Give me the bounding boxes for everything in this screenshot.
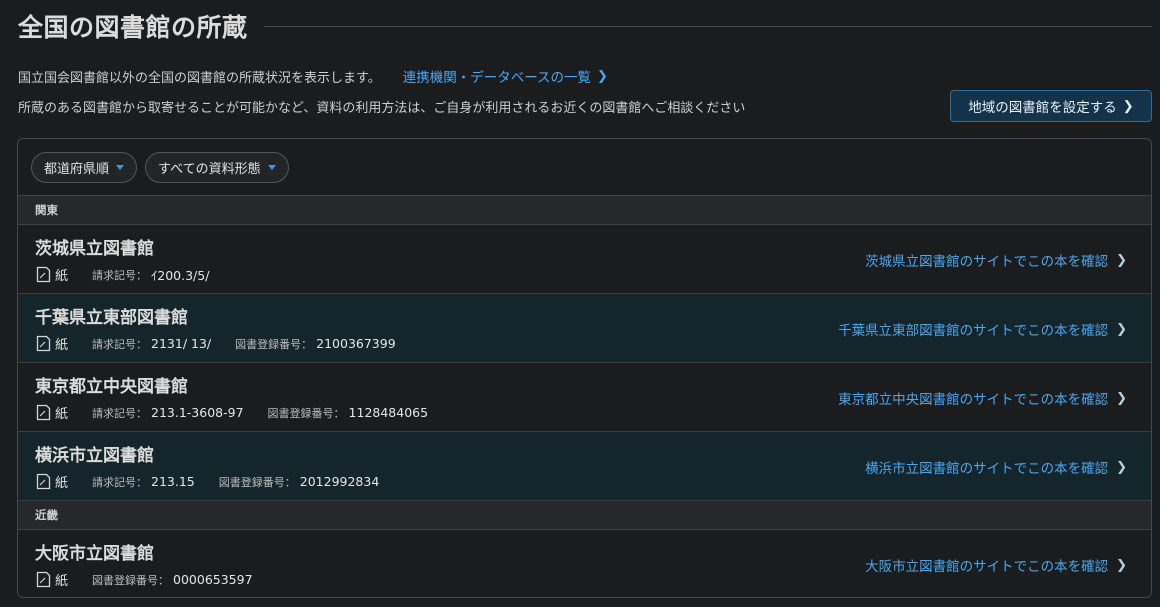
chevron-right-icon: ❯ bbox=[1116, 459, 1127, 475]
call-number-value: ｲ200.3/5/ bbox=[151, 268, 210, 283]
registration-number-value: 1128484065 bbox=[348, 405, 429, 420]
page-title: 全国の図書館の所蔵 bbox=[18, 13, 248, 42]
heading-row: 全国の図書館の所蔵 bbox=[18, 10, 1152, 42]
paper-document-icon bbox=[36, 473, 51, 490]
library-name: 茨城県立図書館 bbox=[35, 239, 154, 259]
registration-number-label: 図書登録番号： bbox=[92, 573, 170, 587]
registration-number-label: 図書登録番号： bbox=[218, 475, 296, 489]
region-header-kanto: 関東 bbox=[18, 196, 1151, 225]
call-number-label: 請求記号： bbox=[92, 268, 148, 282]
library-site-link-label: 東京都立中央図書館のサイトでこの本を確認 bbox=[838, 392, 1109, 408]
material-type-label: すべての資料形態 bbox=[158, 161, 261, 177]
description-line-2: 所蔵のある図書館から取寄せることが可能かなど、資料の利用方法は、ご自身が利用され… bbox=[18, 101, 746, 116]
paper-document-icon bbox=[36, 404, 51, 421]
format-label: 紙 bbox=[55, 338, 69, 353]
library-row: 大阪市立図書館 紙 図書登録番号： 0000653597 大阪市立図書館のサイト… bbox=[18, 530, 1151, 597]
chevron-right-icon: ❯ bbox=[1116, 321, 1127, 337]
library-name: 横浜市立図書館 bbox=[35, 446, 154, 466]
chevron-right-icon: ❯ bbox=[597, 68, 608, 84]
library-row: 横浜市立図書館 紙 請求記号： 213.15 図書登録番号： 201299283… bbox=[18, 432, 1151, 501]
format-label: 紙 bbox=[55, 407, 69, 422]
filter-bar: 都道府県順 すべての資料形態 bbox=[18, 139, 1151, 196]
library-site-link[interactable]: 千葉県立東部図書館のサイトでこの本を確認 ❯ bbox=[838, 319, 1127, 340]
library-meta: 紙 図書登録番号： 0000653597 bbox=[36, 570, 277, 589]
caret-down-icon bbox=[116, 164, 125, 170]
format-label: 紙 bbox=[55, 269, 69, 284]
paper-document-icon bbox=[36, 335, 51, 352]
databases-link-label: 連携機関・データベースの一覧 bbox=[402, 70, 592, 86]
library-row: 茨城県立図書館 紙 請求記号： ｲ200.3/5/ 茨城県立図書館のサイトでこの… bbox=[18, 225, 1151, 294]
library-meta: 紙 請求記号： 2131/ 13/ 図書登録番号： 2100367399 bbox=[36, 334, 420, 353]
registration-number-label: 図書登録番号： bbox=[235, 337, 313, 351]
call-number-label: 請求記号： bbox=[92, 475, 148, 489]
paper-document-icon bbox=[36, 571, 51, 588]
set-region-button-label: 地域の図書館を設定する bbox=[968, 100, 1117, 115]
library-name: 東京都立中央図書館 bbox=[35, 377, 188, 397]
library-name: 大阪市立図書館 bbox=[35, 544, 154, 564]
library-row: 東京都立中央図書館 紙 請求記号： 213.1-3608-97 図書登録番号： … bbox=[18, 363, 1151, 432]
library-site-link-label: 大阪市立図書館のサイトでこの本を確認 bbox=[865, 559, 1109, 575]
call-number-value: 2131/ 13/ bbox=[151, 336, 212, 351]
chevron-right-icon: ❯ bbox=[1122, 98, 1134, 113]
registration-number-value: 2100367399 bbox=[316, 336, 396, 351]
library-meta: 紙 請求記号： ｲ200.3/5/ bbox=[36, 265, 233, 284]
databases-link[interactable]: 連携機関・データベースの一覧 ❯ bbox=[402, 66, 608, 87]
library-row: 千葉県立東部図書館 紙 請求記号： 2131/ 13/ 図書登録番号： 2100… bbox=[18, 294, 1151, 363]
registration-number-label: 図書登録番号： bbox=[267, 406, 345, 420]
region-header-kinki: 近畿 bbox=[18, 501, 1151, 530]
description-line-1: 国立国会図書館以外の全国の図書館の所蔵状況を表示します。 連携機関・データベース… bbox=[18, 66, 608, 87]
chevron-right-icon: ❯ bbox=[1116, 390, 1127, 406]
sort-order-label: 都道府県順 bbox=[44, 161, 110, 177]
chevron-right-icon: ❯ bbox=[1116, 557, 1127, 573]
caret-down-icon bbox=[267, 164, 276, 170]
call-number-label: 請求記号： bbox=[92, 337, 148, 351]
library-site-link[interactable]: 横浜市立図書館のサイトでこの本を確認 ❯ bbox=[865, 457, 1127, 478]
library-meta: 紙 請求記号： 213.15 図書登録番号： 2012992834 bbox=[36, 472, 403, 491]
call-number-value: 213.1-3608-97 bbox=[151, 405, 244, 420]
library-site-link-label: 茨城県立図書館のサイトでこの本を確認 bbox=[865, 254, 1109, 270]
material-type-dropdown[interactable]: すべての資料形態 bbox=[145, 151, 289, 183]
library-meta: 紙 請求記号： 213.1-3608-97 図書登録番号： 1128484065 bbox=[36, 403, 452, 422]
registration-number-value: 0000653597 bbox=[173, 572, 253, 587]
registration-number-value: 2012992834 bbox=[299, 474, 380, 489]
sort-order-dropdown[interactable]: 都道府県順 bbox=[31, 151, 138, 183]
paper-document-icon bbox=[36, 266, 51, 283]
holdings-panel: 都道府県順 すべての資料形態 関東 茨城県立図書館 紙 請求記号： ｲ200.3… bbox=[17, 138, 1152, 598]
library-site-link-label: 横浜市立図書館のサイトでこの本を確認 bbox=[865, 461, 1109, 477]
library-site-link[interactable]: 茨城県立図書館のサイトでこの本を確認 ❯ bbox=[865, 250, 1127, 271]
call-number-label: 請求記号： bbox=[92, 406, 148, 420]
set-region-libraries-button[interactable]: 地域の図書館を設定する ❯ bbox=[950, 90, 1152, 122]
chevron-right-icon: ❯ bbox=[1116, 252, 1127, 268]
format-label: 紙 bbox=[55, 574, 69, 589]
description-text-1: 国立国会図書館以外の全国の図書館の所蔵状況を表示します。 bbox=[18, 70, 381, 86]
library-site-link[interactable]: 東京都立中央図書館のサイトでこの本を確認 ❯ bbox=[838, 388, 1127, 409]
library-site-link-label: 千葉県立東部図書館のサイトでこの本を確認 bbox=[838, 323, 1109, 339]
call-number-value: 213.15 bbox=[151, 474, 195, 489]
title-divider bbox=[263, 25, 1152, 27]
format-label: 紙 bbox=[55, 476, 69, 491]
library-name: 千葉県立東部図書館 bbox=[35, 308, 188, 328]
library-site-link[interactable]: 大阪市立図書館のサイトでこの本を確認 ❯ bbox=[865, 555, 1127, 576]
